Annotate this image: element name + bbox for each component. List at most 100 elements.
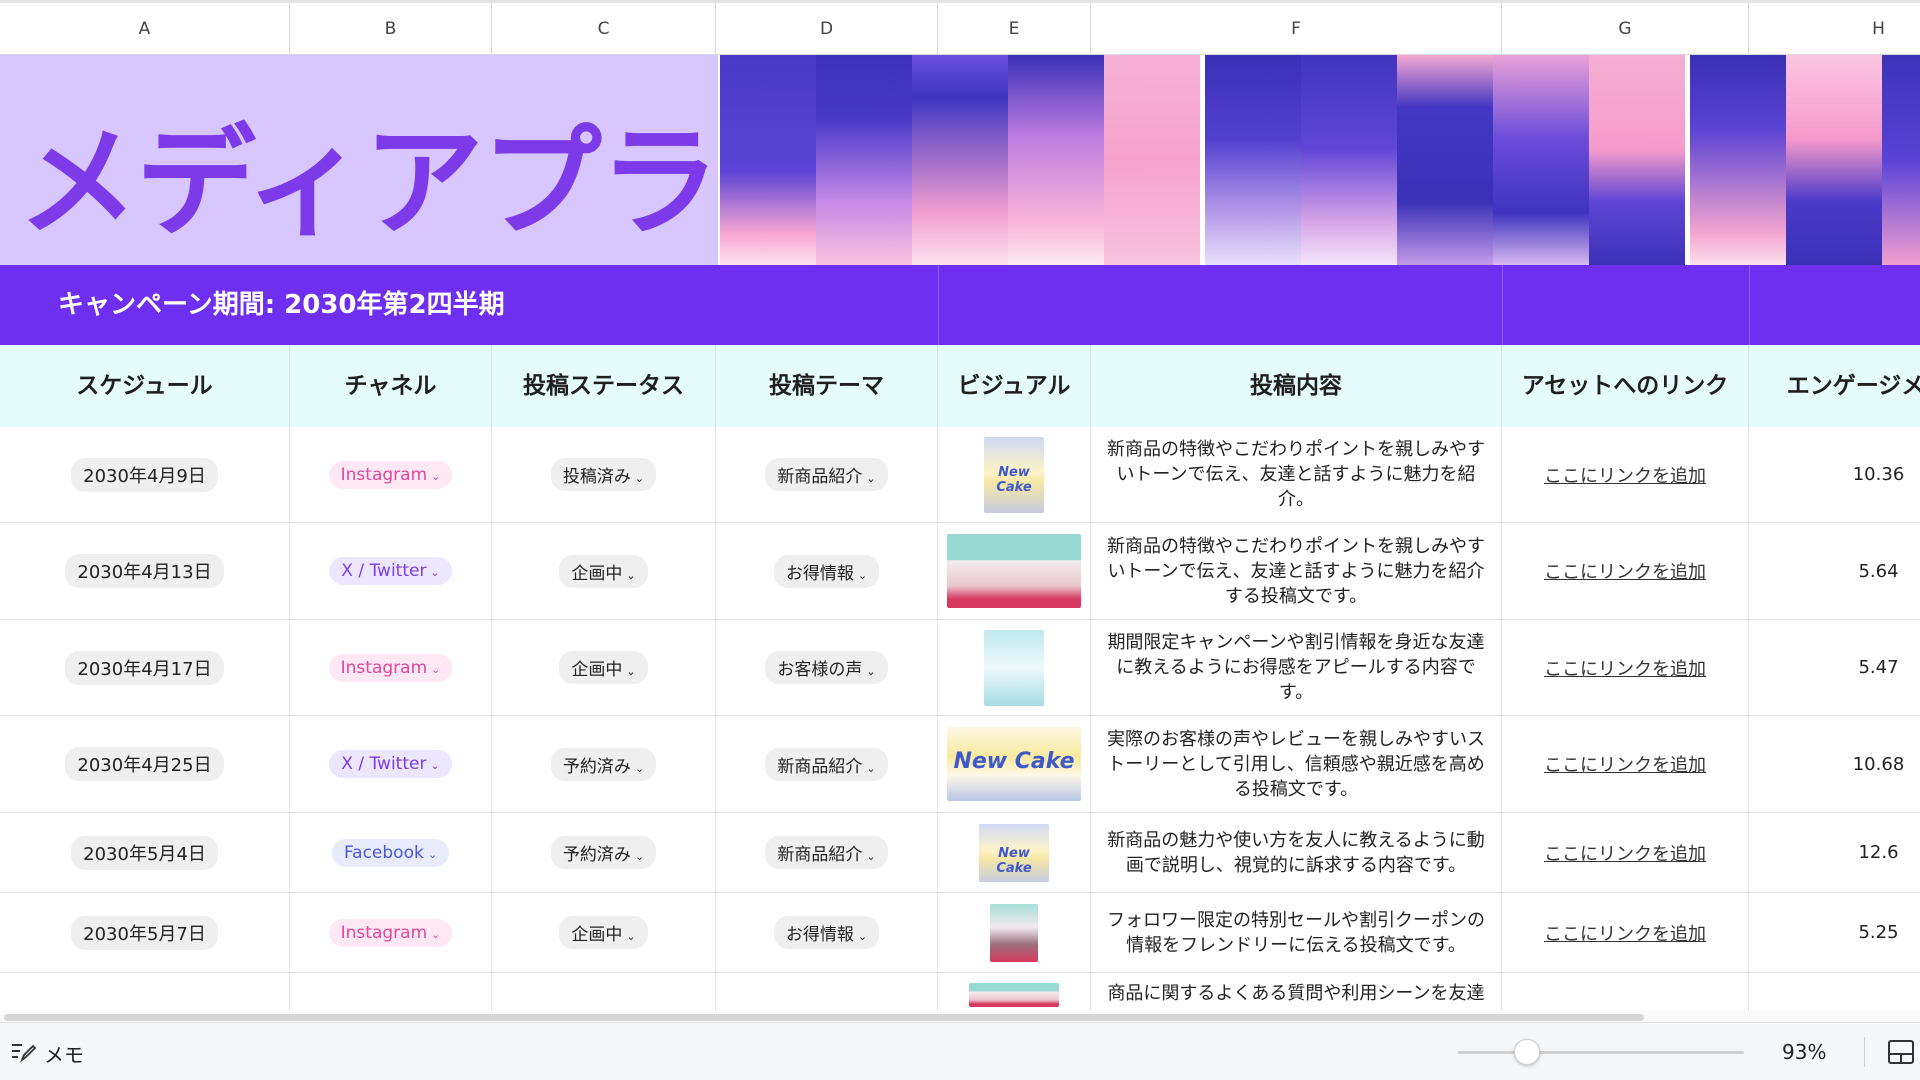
cell-b[interactable]: X / Twitter ⌄: [290, 716, 492, 812]
channel-dropdown[interactable]: Instagram ⌄: [328, 460, 453, 489]
channel-dropdown[interactable]: Instagram ⌄: [328, 653, 453, 682]
cell-b[interactable]: Facebook ⌄: [290, 813, 492, 892]
asset-link[interactable]: ここにリンクを追加: [1544, 655, 1706, 681]
horizontal-scrollbar-thumb[interactable]: [4, 1014, 1644, 1021]
cell-h[interactable]: 5.64: [1749, 523, 1920, 619]
header-d[interactable]: 投稿テーマ: [716, 345, 938, 427]
asset-link[interactable]: ここにリンクを追加: [1544, 462, 1706, 488]
cell-g[interactable]: ここにリンクを追加: [1502, 813, 1749, 892]
visual-thumbnail-cake-photo[interactable]: New Cake: [984, 436, 1044, 513]
asset-link[interactable]: ここにリンクを追加: [1544, 751, 1706, 777]
cell-h[interactable]: 10.68: [1749, 716, 1920, 812]
cell-c[interactable]: 企画中 ⌄: [492, 523, 716, 619]
cell-g[interactable]: ここにリンクを追加: [1502, 427, 1749, 522]
asset-link[interactable]: ここにリンクを追加: [1544, 840, 1706, 866]
cell-b[interactable]: Instagram ⌄: [290, 427, 492, 522]
cell-h[interactable]: 12.6: [1749, 813, 1920, 892]
cell-f[interactable]: 新商品の特徴やこだわりポイントを親しみやすいトーンで伝え、友達と話すように魅力を…: [1091, 427, 1502, 522]
cell-f[interactable]: 商品に関するよくある質問や利用シーンを友達: [1091, 973, 1502, 1010]
visual-thumbnail-campaign-banner[interactable]: [969, 983, 1059, 1007]
header-g[interactable]: アセットへのリンク: [1502, 345, 1749, 427]
cell-f[interactable]: 期間限定キャンペーンや割引情報を身近な友達に教えるようにお得感をアピールする内容…: [1091, 620, 1502, 715]
column-header-c[interactable]: C: [492, 3, 716, 55]
cell-b[interactable]: Instagram ⌄: [290, 620, 492, 715]
theme-dropdown[interactable]: 新商品紹介 ⌄: [765, 836, 888, 869]
channel-dropdown[interactable]: Facebook ⌄: [331, 838, 450, 867]
date-chip[interactable]: 2030年4月25日: [65, 747, 224, 781]
cell-c[interactable]: 予約済み ⌄: [492, 813, 716, 892]
visual-thumbnail-campaign-banner[interactable]: [947, 534, 1081, 608]
cell-c[interactable]: 企画中 ⌄: [492, 620, 716, 715]
header-f[interactable]: 投稿内容: [1091, 345, 1502, 427]
memo-edit-icon[interactable]: [10, 1040, 36, 1064]
cell-e[interactable]: [938, 893, 1091, 972]
cell-a[interactable]: 2030年4月17日: [0, 620, 290, 715]
cell-e[interactable]: New Cake: [938, 427, 1091, 522]
visual-thumbnail-cake-banner[interactable]: New Cake: [947, 727, 1081, 801]
header-h[interactable]: エンゲージメント: [1749, 345, 1920, 427]
cell-c[interactable]: 投稿済み ⌄: [492, 427, 716, 522]
column-header-g[interactable]: G: [1502, 3, 1749, 55]
cell-f[interactable]: 新商品の特徴やこだわりポイントを親しみやすいトーンで伝え、友達と話すように魅力を…: [1091, 523, 1502, 619]
status-dropdown[interactable]: 投稿済み ⌄: [550, 458, 657, 491]
date-chip[interactable]: 2030年5月7日: [71, 915, 218, 950]
header-e[interactable]: ビジュアル: [938, 345, 1091, 427]
cell-b[interactable]: [290, 973, 492, 1010]
cell-b[interactable]: X / Twitter ⌄: [290, 523, 492, 619]
cell-f[interactable]: フォロワー限定の特別セールや割引クーポンの情報をフレンドリーに伝える投稿文です。: [1091, 893, 1502, 972]
date-chip[interactable]: 2030年4月13日: [65, 554, 224, 588]
cell-d[interactable]: 新商品紹介 ⌄: [716, 813, 938, 892]
cell-d[interactable]: お得情報 ⌄: [716, 523, 938, 619]
column-header-h[interactable]: H: [1749, 3, 1920, 55]
date-chip[interactable]: 2030年4月9日: [71, 457, 218, 492]
cell-e[interactable]: New Cake: [938, 716, 1091, 812]
channel-dropdown[interactable]: X / Twitter ⌄: [329, 557, 452, 585]
column-header-b[interactable]: B: [290, 3, 492, 55]
column-header-f[interactable]: F: [1091, 3, 1502, 55]
cell-g[interactable]: ここにリンクを追加: [1502, 620, 1749, 715]
cell-g[interactable]: ここにリンクを追加: [1502, 523, 1749, 619]
cell-a[interactable]: 2030年5月4日: [0, 813, 290, 892]
cell-d[interactable]: お客様の声 ⌄: [716, 620, 938, 715]
cell-h[interactable]: 5.47: [1749, 620, 1920, 715]
status-dropdown[interactable]: 企画中 ⌄: [559, 554, 648, 588]
status-dropdown[interactable]: 企画中 ⌄: [559, 916, 648, 949]
cell-b[interactable]: Instagram ⌄: [290, 893, 492, 972]
zoom-slider-handle[interactable]: [1513, 1039, 1540, 1065]
column-header-d[interactable]: D: [716, 3, 938, 55]
date-chip[interactable]: 2030年5月4日: [71, 835, 218, 870]
visual-thumbnail-coupon-card[interactable]: [990, 903, 1038, 962]
header-a[interactable]: スケジュール: [0, 345, 290, 427]
spreadsheet-sheet[interactable]: ABCDEFGH メディアプラン キャンペーン期間: 2030年第2四半期 スケ…: [0, 0, 1920, 1010]
header-c[interactable]: 投稿ステータス: [492, 345, 716, 427]
cell-f[interactable]: 新商品の魅力や使い方を友人に教えるように動画で説明し、視覚的に訴求する内容です。: [1091, 813, 1502, 892]
column-header-a[interactable]: A: [0, 3, 290, 55]
cell-a[interactable]: 2030年4月13日: [0, 523, 290, 619]
memo-label[interactable]: メモ: [44, 1039, 84, 1068]
cell-c[interactable]: 企画中 ⌄: [492, 893, 716, 972]
zoom-level[interactable]: 93%: [1782, 1040, 1826, 1064]
cell-a[interactable]: 2030年4月25日: [0, 716, 290, 812]
cell-d[interactable]: 新商品紹介 ⌄: [716, 427, 938, 522]
cell-h[interactable]: [1749, 973, 1920, 1010]
cell-d[interactable]: 新商品紹介 ⌄: [716, 716, 938, 812]
header-b[interactable]: チャネル: [290, 345, 492, 427]
channel-dropdown[interactable]: Instagram ⌄: [328, 918, 453, 947]
asset-link[interactable]: ここにリンクを追加: [1544, 920, 1706, 946]
asset-link[interactable]: ここにリンクを追加: [1544, 558, 1706, 584]
cell-d[interactable]: お得情報 ⌄: [716, 893, 938, 972]
cell-h[interactable]: 10.36: [1749, 427, 1920, 522]
status-dropdown[interactable]: 予約済み ⌄: [550, 836, 657, 869]
cell-f[interactable]: 実際のお客様の声やレビューを親しみやすいストーリーとして引用し、信頼感や親近感を…: [1091, 716, 1502, 812]
theme-dropdown[interactable]: 新商品紹介 ⌄: [765, 747, 888, 781]
date-chip[interactable]: 2030年4月17日: [65, 650, 224, 685]
cell-c[interactable]: 予約済み ⌄: [492, 716, 716, 812]
visual-thumbnail-cake-photo[interactable]: New Cake: [979, 823, 1049, 882]
cell-h[interactable]: 5.25: [1749, 893, 1920, 972]
cell-e[interactable]: [938, 620, 1091, 715]
channel-dropdown[interactable]: X / Twitter ⌄: [329, 750, 452, 778]
theme-dropdown[interactable]: 新商品紹介 ⌄: [765, 458, 888, 491]
cell-e[interactable]: [938, 523, 1091, 619]
visual-thumbnail-testimonial-card[interactable]: [984, 629, 1044, 706]
cell-c[interactable]: [492, 973, 716, 1010]
